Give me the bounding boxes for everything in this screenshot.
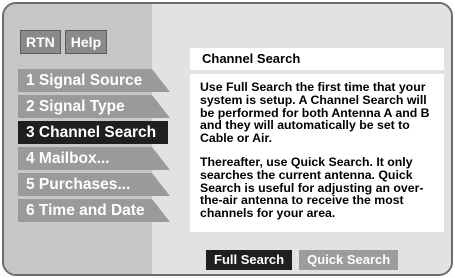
screen: Channel Search Use Full Search the first… — [0, 0, 455, 278]
full-search-button[interactable]: Full Search — [206, 250, 293, 270]
tv-menu-frame: Channel Search Use Full Search the first… — [2, 2, 453, 276]
instruction-paragraph-1: Use Full Search the first time that your… — [200, 80, 430, 146]
menu-item-label: 5 Purchases... — [26, 176, 131, 193]
instruction-paragraph-2: Thereafter, use Quick Search. It only se… — [200, 154, 424, 221]
menu-item-label: 4 Mailbox... — [26, 150, 110, 167]
main-panel: Channel Search Use Full Search the first… — [152, 4, 451, 274]
menu-item-label: 2 Signal Type — [26, 98, 125, 115]
menu-item-label: 1 Signal Source — [26, 72, 143, 89]
menu-item-channel-search[interactable]: 3 Channel Search — [18, 121, 178, 144]
menu-item-mailbox[interactable]: 4 Mailbox... — [18, 147, 178, 170]
quick-search-button[interactable]: Quick Search — [299, 250, 399, 270]
help-button[interactable]: Help — [64, 30, 108, 54]
top-buttons: RTN Help — [20, 30, 108, 54]
panel-content: Use Full Search the first time that your… — [190, 74, 444, 232]
menu-item-label: 3 Channel Search — [26, 124, 157, 141]
setup-menu: 1 Signal Source 2 Signal Type 3 Channel … — [18, 69, 178, 225]
menu-item-signal-source[interactable]: 1 Signal Source — [18, 69, 178, 92]
menu-item-purchases[interactable]: 5 Purchases... — [18, 173, 178, 196]
menu-item-signal-type[interactable]: 2 Signal Type — [18, 95, 178, 118]
menu-item-label: 6 Time and Date — [26, 202, 145, 219]
menu-item-time-and-date[interactable]: 6 Time and Date — [18, 199, 178, 222]
action-buttons: Full Search Quick Search — [206, 250, 399, 270]
panel-title: Channel Search — [190, 48, 444, 70]
rtn-button[interactable]: RTN — [20, 30, 61, 54]
